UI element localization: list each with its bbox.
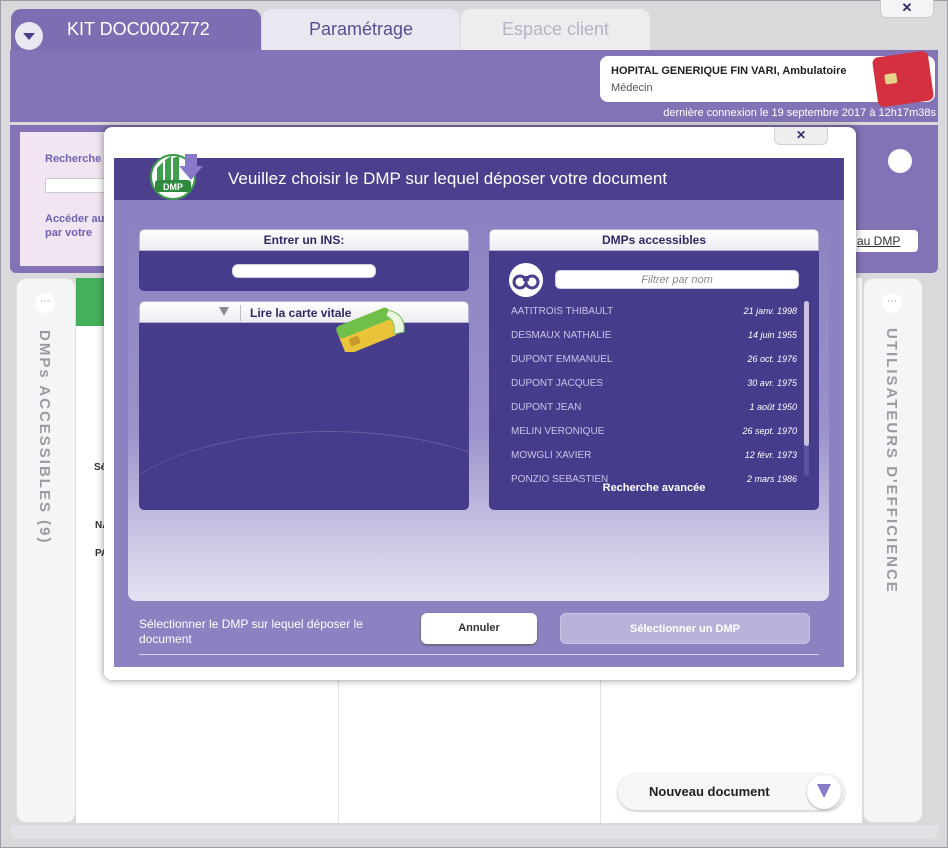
patient-name: DUPONT JACQUES	[511, 378, 604, 389]
dialog-header: Veuillez choisir le DMP sur lequel dépos…	[114, 158, 844, 200]
sidebar-left-label: DMPs ACCESSIBLES (9)	[36, 330, 53, 545]
vitale-panel: Lire la carte vitale	[139, 301, 469, 510]
dmp-logo-text: DMP	[163, 182, 183, 192]
user-info-box: HOPITAL GENERIQUE FIN VARI, Ambulatoire …	[600, 50, 935, 108]
patient-birthdate: 2 mars 1986	[746, 474, 797, 482]
nouveau-document-button[interactable]: Nouveau document	[618, 774, 844, 810]
window-close-button[interactable]: ✕	[880, 0, 934, 18]
dmps-title: DMPs accessibles	[489, 229, 819, 251]
triangle-down-icon	[219, 307, 229, 316]
list-item[interactable]: DUPONT JACQUES 30 avr. 1975	[511, 372, 799, 396]
green-indicator	[76, 278, 106, 326]
tab-espace-client[interactable]: Espace client	[461, 9, 650, 50]
ins-input[interactable]	[232, 264, 376, 278]
patient-birthdate: 1 août 1950	[749, 402, 797, 412]
user-name: HOPITAL GENERIQUE FIN VARI, Ambulatoire	[611, 65, 847, 77]
patient-birthdate: 26 sept. 1970	[742, 426, 797, 436]
footer-instruction: Sélectionner le DMP sur lequel déposer l…	[139, 617, 363, 646]
carte-vitale-icon	[336, 307, 405, 352]
cps-card-icon[interactable]	[871, 50, 935, 108]
advanced-search-link[interactable]: Recherche avancée	[489, 482, 819, 494]
tab-kit[interactable]: KIT DOC0002772	[11, 9, 261, 50]
column-divider	[600, 680, 601, 823]
footer-divider	[139, 654, 819, 655]
patient-birthdate: 21 janv. 1998	[743, 306, 797, 316]
list-item[interactable]: PONZIO SEBASTIEN 2 mars 1986	[511, 468, 799, 482]
arrow-down-icon	[807, 775, 841, 809]
nouveau-document-label: Nouveau document	[649, 784, 770, 799]
patient-name: DUPONT EMMANUEL	[511, 354, 613, 365]
dialog-title: Veuillez choisir le DMP sur lequel dépos…	[228, 169, 668, 188]
expand-dots-icon[interactable]: ⋯	[882, 293, 902, 313]
sidebar-right-label: UTILISATEURS D'EFFICIENCE	[883, 328, 900, 594]
ins-panel: Entrer un INS:	[139, 229, 469, 291]
list-item[interactable]: AATITROIS THIBAULT 21 janv. 1998	[511, 300, 799, 324]
access-dmp-button[interactable]: au DMP	[852, 230, 918, 252]
ins-title: Entrer un INS:	[139, 229, 469, 251]
dmp-list: AATITROIS THIBAULT 21 janv. 1998 DESMAUX…	[489, 300, 805, 482]
separator	[240, 305, 241, 321]
dialog-close-button[interactable]: ✕	[774, 127, 828, 145]
list-item[interactable]: DUPONT EMMANUEL 26 oct. 1976	[511, 348, 799, 372]
list-item[interactable]: DUPONT JEAN 1 août 1950	[511, 396, 799, 420]
select-dmp-button[interactable]: Sélectionner un DMP	[560, 613, 810, 644]
list-item[interactable]: MELIN VERONIQUE 26 sept. 1970	[511, 420, 799, 444]
dmp-logo-icon: DMP	[150, 154, 203, 200]
patient-name: MELIN VERONIQUE	[511, 426, 605, 437]
patient-birthdate: 30 avr. 1975	[747, 378, 797, 388]
patient-birthdate: 26 oct. 1976	[747, 354, 797, 364]
scrollbar-thumb[interactable]	[804, 301, 809, 446]
last-login-text: dernière connexion le 19 septembre 2017 …	[663, 107, 936, 119]
binoculars-icon[interactable]	[509, 263, 543, 297]
patient-name: DESMAUX NATHALIE	[511, 330, 612, 341]
tab-parametrage[interactable]: Paramétrage	[262, 9, 460, 50]
patient-name: AATITROIS THIBAULT	[511, 306, 614, 317]
patient-name: MOWGLI XAVIER	[511, 450, 592, 461]
patient-name: DUPONT JEAN	[511, 402, 582, 413]
chevron-down-icon[interactable]	[15, 22, 43, 50]
filter-input[interactable]: Filtrer par nom	[555, 270, 799, 289]
column-divider	[338, 680, 339, 823]
decorative-swoosh	[139, 431, 469, 510]
cancel-button[interactable]: Annuler	[421, 613, 537, 644]
patient-birthdate: 12 févr. 1973	[744, 450, 797, 460]
list-item[interactable]: DESMAUX NATHALIE 14 juin 1955	[511, 324, 799, 348]
vitale-header[interactable]: Lire la carte vitale	[139, 301, 469, 323]
expand-dots-icon[interactable]: ⋯	[35, 293, 55, 313]
list-scrollbar[interactable]	[804, 301, 809, 476]
patient-name: PONZIO SEBASTIEN	[511, 474, 609, 482]
patient-birthdate: 14 juin 1955	[747, 330, 797, 340]
doctor-icon[interactable]	[888, 149, 912, 173]
tab-kit-label: KIT DOC0002772	[67, 19, 210, 39]
user-role: Médecin	[611, 82, 653, 94]
bottom-bar	[10, 825, 938, 839]
list-item[interactable]: MOWGLI XAVIER 12 févr. 1973	[511, 444, 799, 468]
search-label: Recherche	[45, 153, 102, 165]
